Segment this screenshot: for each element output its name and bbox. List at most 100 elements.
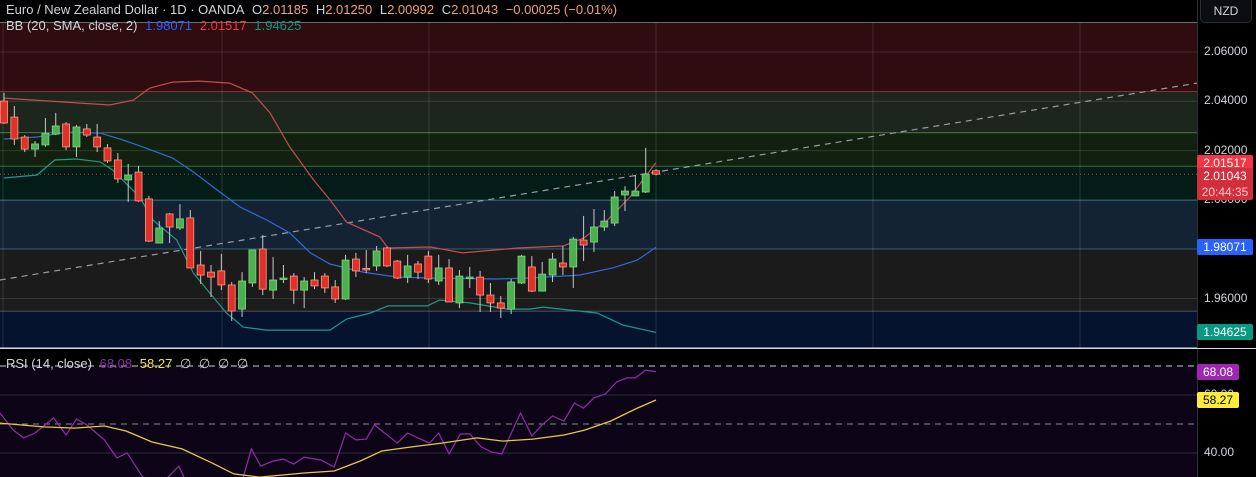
candle-up	[155, 227, 164, 244]
bb-basis-value: 1.98071	[145, 18, 193, 33]
symbol-title: Euro / New Zealand Dollar · 1D · OANDA	[6, 2, 245, 17]
candle-down	[207, 271, 215, 278]
bb-legend[interactable]: BB (20, SMA, close, 2) 1.98071 2.01517 1…	[6, 18, 305, 33]
price-tick-label: 2.04000	[1204, 93, 1248, 108]
candle-up	[434, 267, 443, 282]
candle-up	[538, 273, 547, 292]
rsi-legend[interactable]: RSI (14, close) 68.08 58.27 ∅ ∅ ∅ ∅	[6, 356, 252, 372]
candle-down	[217, 270, 226, 286]
candle-up	[238, 280, 246, 310]
candle-up	[507, 281, 516, 310]
ohlc-change: −0.00025 (−0.01%)	[505, 2, 618, 17]
candle-down	[20, 136, 29, 150]
candle-down	[227, 284, 236, 312]
symbol-legend[interactable]: Euro / New Zealand Dollar · 1D · OANDA O…	[6, 2, 621, 17]
rsi-value-label: 68.08	[1197, 363, 1239, 380]
ohlc-open: O2.01185	[252, 2, 309, 17]
candle-down	[258, 248, 267, 290]
candle-up	[341, 259, 350, 300]
ohlc-close: C2.01043	[441, 2, 499, 17]
candle-down	[362, 268, 371, 271]
candle-up	[465, 276, 474, 279]
level-zone	[0, 91, 1197, 134]
rsi-na-2: ∅	[198, 356, 211, 371]
candle-down	[331, 286, 340, 300]
rsi-tick-label: 40.00	[1204, 445, 1235, 459]
candle-down	[134, 171, 143, 202]
candle-down	[113, 159, 122, 180]
candle-up	[517, 255, 526, 284]
rsi-na-1: ∅	[179, 356, 192, 371]
last-price-label: 2.01043 20:44:35	[1197, 168, 1253, 201]
candle-up	[610, 196, 619, 224]
candle-up	[372, 250, 381, 267]
candle-up	[631, 190, 640, 197]
candle-up	[590, 226, 598, 243]
rsi-label: RSI (14, close)	[6, 356, 92, 371]
price-tick-label: 1.96000	[1204, 290, 1248, 305]
candle-down	[486, 294, 495, 304]
chart-canvas[interactable]	[0, 0, 1256, 477]
candle-down	[351, 258, 360, 272]
candle-up	[51, 125, 60, 135]
candle-down	[579, 239, 588, 246]
level-zones	[0, 22, 1197, 349]
bb-basis-price-label: 1.98071	[1197, 239, 1253, 256]
price-tick-label: 2.06000	[1204, 44, 1248, 58]
candle-down	[559, 262, 567, 268]
candle-down	[144, 198, 153, 242]
candle-down	[0, 100, 8, 124]
candle-up	[176, 218, 184, 229]
ohlc-low: L2.00992	[379, 2, 435, 17]
candle-down	[424, 255, 433, 280]
candle-down	[476, 276, 485, 296]
candle-up	[641, 173, 650, 193]
candle-down	[383, 247, 391, 267]
candle-down	[103, 147, 112, 162]
candle-down	[310, 279, 319, 287]
rsi-na-4: ∅	[236, 356, 249, 371]
candle-down	[320, 275, 329, 289]
candle-down	[445, 267, 453, 303]
bb-label: BB (20, SMA, close, 2)	[6, 18, 138, 33]
ohlc-high: H2.01250	[315, 2, 373, 17]
candle-down	[82, 128, 91, 136]
candle-up	[279, 277, 288, 280]
level-zone	[0, 311, 1197, 348]
bar-countdown: 20:44:35	[1201, 185, 1249, 200]
currency-button[interactable]: NZD	[1200, 0, 1252, 23]
candle-down	[93, 136, 102, 148]
bb-lower-price-label: 1.94625	[1197, 324, 1253, 341]
level-zone	[0, 133, 1197, 167]
candle-down	[186, 217, 195, 269]
candle-up	[600, 220, 609, 228]
candle-up	[248, 249, 257, 284]
candle-up	[269, 279, 278, 291]
candle-up	[621, 190, 629, 196]
candle-up	[569, 238, 578, 268]
candle-down	[289, 275, 298, 291]
candle-up	[300, 280, 309, 291]
candle-up	[124, 174, 133, 181]
candle-down	[527, 266, 536, 292]
candle-up	[31, 143, 39, 150]
rsi-ma-value: 58.27	[139, 356, 173, 371]
candle-down	[165, 213, 174, 228]
bb-lower-value: 1.94625	[254, 18, 302, 33]
candle-down	[62, 123, 70, 148]
candle-down	[414, 263, 422, 273]
level-zone	[0, 249, 1197, 312]
bb-upper-value: 2.01517	[199, 18, 247, 33]
candle-down	[496, 302, 505, 309]
candle-down	[393, 260, 402, 279]
rsi-na-3: ∅	[217, 356, 230, 371]
candle-down	[196, 264, 205, 276]
candle-up	[41, 132, 50, 146]
candle-down	[10, 116, 19, 140]
rsi-value: 68.08	[99, 356, 133, 371]
candle-up	[548, 258, 557, 276]
candle-up	[72, 126, 81, 148]
rsi-ma-value-label: 58.27	[1197, 392, 1239, 409]
candle-down	[652, 170, 660, 175]
candle-up	[403, 265, 412, 278]
